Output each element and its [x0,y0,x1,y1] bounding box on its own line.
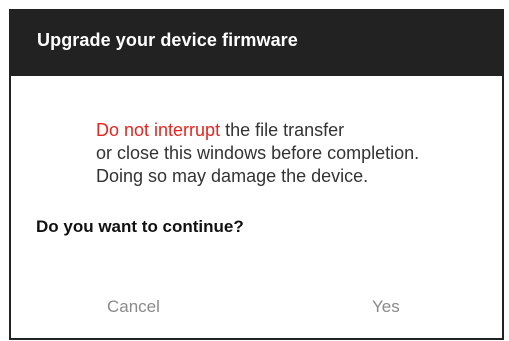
message-line-1-rest: the file transfer [220,120,345,140]
warning-highlight: Do not interrupt [96,120,221,140]
cancel-button[interactable]: Cancel [99,293,168,321]
confirm-question: Do you want to continue? [36,217,244,236]
message-line-2: or close this windows before completion. [96,143,420,163]
message-line-3: Doing so may damage the device. [96,166,369,186]
dialog-title: Upgrade your device firmware [37,30,298,50]
yes-button[interactable]: Yes [364,293,408,321]
dialog-header: Upgrade your device firmware [11,9,502,76]
warning-message: Do not interrupt the file transfer or cl… [96,119,419,188]
message-line-1: Do not interrupt the file transfer [96,119,419,142]
firmware-upgrade-dialog: Upgrade your device firmware Do not inte… [9,9,504,340]
